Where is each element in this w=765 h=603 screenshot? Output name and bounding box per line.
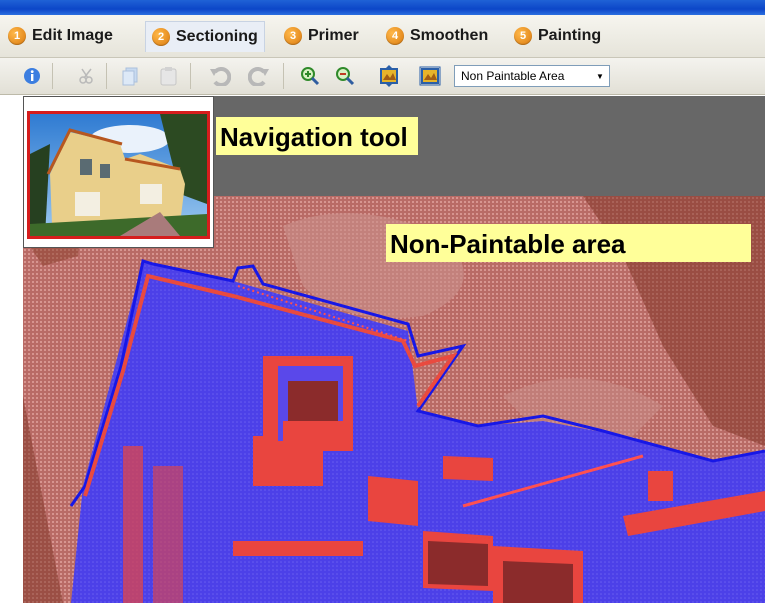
non-paintable-area-callout: Non-Paintable area <box>386 224 751 262</box>
zoom-in-icon[interactable] <box>298 64 322 88</box>
step-2-badge: 2 <box>152 28 170 46</box>
area-type-select[interactable]: Non Paintable Area ▼ <box>454 65 610 87</box>
tab-painting[interactable]: 5 Painting <box>514 21 601 51</box>
undo-icon[interactable] <box>208 64 232 88</box>
navigation-tool-callout: Navigation tool <box>216 117 418 155</box>
navigation-thumbnail[interactable] <box>23 96 214 248</box>
zoom-out-icon[interactable] <box>333 64 357 88</box>
area-type-value: Non Paintable Area <box>461 69 565 83</box>
step-tabs: 1 Edit Image 2 Sectioning 3 Primer 4 Smo… <box>0 15 765 58</box>
tab-label: Edit Image <box>32 27 113 44</box>
step-4-badge: 4 <box>386 27 404 45</box>
toolbar-divider <box>52 63 53 89</box>
step-5-badge: 5 <box>514 27 532 45</box>
cut-icon[interactable] <box>75 64 99 88</box>
fit-width-icon[interactable] <box>418 64 442 88</box>
copy-icon[interactable] <box>118 64 142 88</box>
toolbar-divider <box>283 63 284 89</box>
toolbar-divider <box>106 63 107 89</box>
step-3-badge: 3 <box>284 27 302 45</box>
tab-label: Painting <box>538 27 602 44</box>
chevron-down-icon[interactable]: ▼ <box>593 68 607 84</box>
tab-edit-image[interactable]: 1 Edit Image <box>8 21 113 51</box>
tab-sectioning[interactable]: 2 Sectioning <box>145 21 265 52</box>
viewport-frame[interactable] <box>27 111 210 239</box>
redo-icon[interactable] <box>247 64 271 88</box>
tab-label: Sectioning <box>176 28 258 45</box>
tab-smoothen[interactable]: 4 Smoothen <box>386 21 488 51</box>
info-icon[interactable] <box>20 64 44 88</box>
toolbar <box>0 58 765 95</box>
tab-primer[interactable]: 3 Primer <box>284 21 359 51</box>
paste-icon[interactable] <box>157 64 181 88</box>
fit-height-icon[interactable] <box>377 64 401 88</box>
tab-label: Primer <box>308 27 359 44</box>
toolbar-divider <box>190 63 191 89</box>
tab-label: Smoothen <box>410 27 489 44</box>
window-title-bar <box>0 0 765 15</box>
step-1-badge: 1 <box>8 27 26 45</box>
house-thumbnail-image <box>30 114 207 236</box>
